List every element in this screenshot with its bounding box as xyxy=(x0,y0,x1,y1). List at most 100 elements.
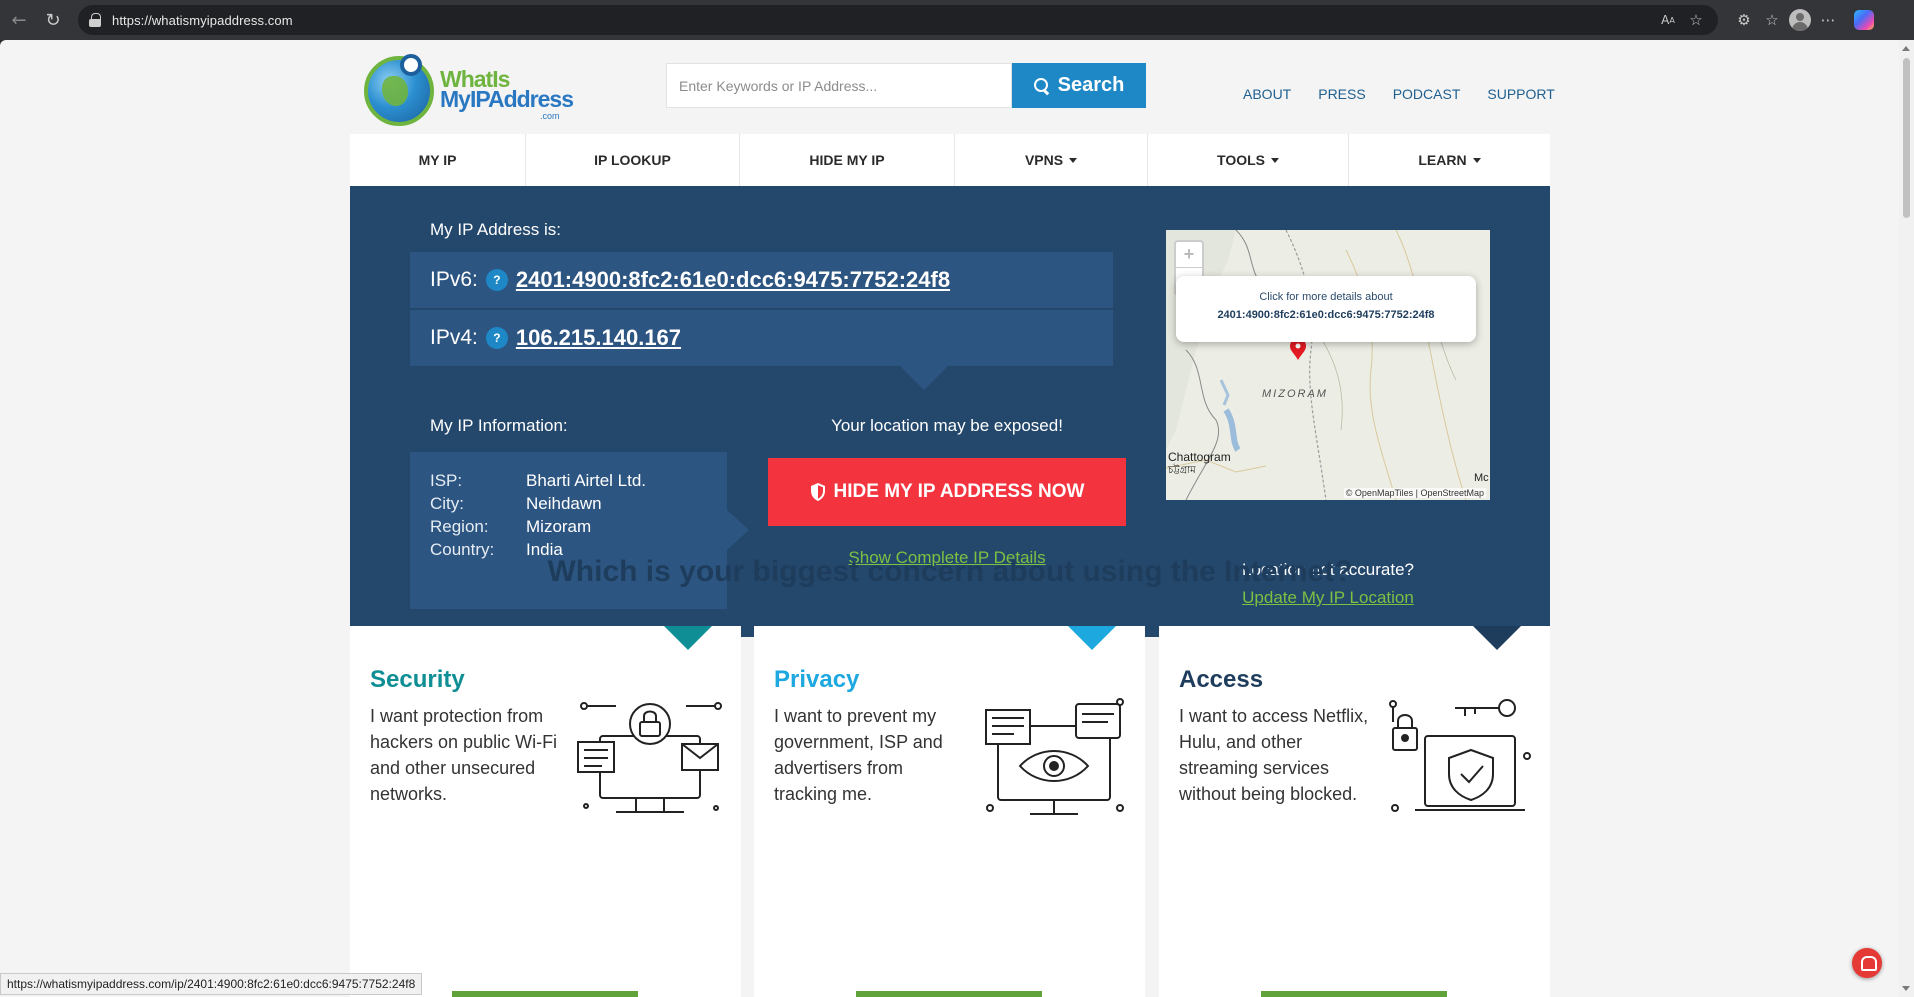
nav-my-ip-label: MY IP xyxy=(418,152,457,168)
search-icon xyxy=(1033,77,1050,94)
profile-button[interactable] xyxy=(1786,6,1814,34)
search-button[interactable]: Search xyxy=(1012,63,1146,108)
about-link[interactable]: ABOUT xyxy=(1243,86,1291,102)
info-key: Region: xyxy=(430,517,489,536)
help-icon[interactable]: ? xyxy=(485,269,508,291)
favorites-icon[interactable]: ☆ xyxy=(1758,6,1786,34)
ip-info-heading: My IP Information: xyxy=(430,416,568,435)
card-notch xyxy=(1473,626,1521,650)
nav-tools[interactable]: TOOLS xyxy=(1148,134,1349,186)
top-links: ABOUT PRESS PODCAST SUPPORT xyxy=(1243,86,1582,102)
nav-learn[interactable]: LEARN xyxy=(1349,134,1550,186)
nav-learn-label: LEARN xyxy=(1418,152,1467,168)
nav-tools-label: TOOLS xyxy=(1217,152,1265,168)
caret-down-icon xyxy=(1069,157,1078,163)
ipv4-label: IPv4: xyxy=(430,326,478,349)
map-attribution[interactable]: © OpenMapTiles | OpenStreetMap xyxy=(1343,488,1486,498)
hide-my-ip-button[interactable]: HIDE MY IP ADDRESS NOW xyxy=(768,458,1126,526)
nav-ip-lookup[interactable]: IP LOOKUP xyxy=(526,134,740,186)
copilot-icon xyxy=(1854,10,1874,30)
map-popup[interactable]: Click for more details about 2401:4900:8… xyxy=(1176,276,1476,342)
nav-hide-my-ip-label: HIDE MY IP xyxy=(809,152,885,168)
back-arrow-icon[interactable]: ← xyxy=(6,7,32,33)
ipv6-row: IPv6: ? 2401:4900:8fc2:61e0:dcc6:9475:77… xyxy=(410,252,1113,308)
info-value: Bharti Airtel Ltd. xyxy=(526,471,647,490)
ipv6-value-link[interactable]: 2401:4900:8fc2:61e0:dcc6:9475:7752:24f8 xyxy=(516,267,950,293)
map-region-label: MIZORAM xyxy=(1262,388,1328,400)
privacy-card[interactable]: Privacy I want to prevent my government,… xyxy=(754,626,1145,997)
copilot-button[interactable] xyxy=(1850,6,1878,34)
map-city-label-bn: চট্টগ্রাম xyxy=(1168,465,1196,476)
nav-ip-lookup-label: IP LOOKUP xyxy=(594,152,671,168)
card-notch xyxy=(1068,626,1116,650)
ipv6-label: IPv6: xyxy=(430,268,478,291)
map-popup-ip: 2401:4900:8fc2:61e0:dcc6:9475:7752:24f8 xyxy=(1217,309,1435,321)
nav-hide-my-ip[interactable]: HIDE MY IP xyxy=(740,134,955,186)
map-city-label: Chattogram xyxy=(1168,450,1231,464)
info-row-isp: ISP: Bharti Airtel Ltd. xyxy=(430,471,646,491)
reload-icon[interactable]: ↻ xyxy=(40,7,66,33)
press-link[interactable]: PRESS xyxy=(1318,86,1365,102)
lock-icon[interactable] xyxy=(88,13,102,27)
card-title: Privacy xyxy=(774,666,860,693)
access-card[interactable]: Access I want to access Netflix, Hulu, a… xyxy=(1159,626,1550,997)
card-description: I want protection from hackers on public… xyxy=(370,706,558,804)
info-row-city: City: Neihdawn xyxy=(430,494,602,514)
access-lock-illustration-icon xyxy=(1385,696,1535,826)
scroll-down-icon[interactable] xyxy=(1902,986,1910,991)
location-pin-icon xyxy=(400,54,422,76)
main-nav: MY IP IP LOOKUP HIDE MY IP VPNS TOOLS LE… xyxy=(350,134,1550,186)
logo-text-myipaddress: MyIPAddress xyxy=(440,86,574,112)
support-link[interactable]: SUPPORT xyxy=(1487,86,1554,102)
favorite-star-icon[interactable]: ☆ xyxy=(1682,6,1710,34)
concern-heading: Which is your biggest concern about usin… xyxy=(547,555,1353,588)
extensions-icon[interactable]: ⚙ xyxy=(1730,6,1758,34)
ip-heading: My IP Address is: xyxy=(430,220,562,239)
address-bar-actions: AA ☆ xyxy=(1654,0,1710,40)
security-illustration-icon xyxy=(576,696,726,826)
location-map[interactable]: + − Click for more details about 2401:49… xyxy=(1166,230,1490,500)
nav-vpns[interactable]: VPNS xyxy=(955,134,1148,186)
scroll-up-icon[interactable] xyxy=(1902,46,1910,51)
zoom-in-button[interactable]: + xyxy=(1176,242,1202,268)
map-edge-label: Mc xyxy=(1474,472,1489,484)
exposure-warning: Your location may be exposed! xyxy=(831,416,1063,435)
browser-toolbar: ← ↻ https://whatismyipaddress.com AA ☆ ⚙… xyxy=(0,0,1914,40)
card-title: Access xyxy=(1179,666,1264,693)
security-card[interactable]: Security I want protection from hackers … xyxy=(350,626,741,997)
page-viewport: WhatIs MyIPAddress .com Search ABOUT PRE… xyxy=(0,40,1899,997)
podcast-link[interactable]: PODCAST xyxy=(1393,86,1461,102)
status-bar-url: https://whatismyipaddress.com/ip/2401:49… xyxy=(0,973,423,995)
address-bar-url: https://whatismyipaddress.com xyxy=(112,12,293,28)
shield-icon xyxy=(810,483,826,501)
browser-actions: ⚙ ☆ ⋯ xyxy=(1730,0,1878,40)
nav-vpns-label: VPNS xyxy=(1024,152,1064,168)
page-scrollbar[interactable] xyxy=(1899,40,1914,997)
update-location-link[interactable]: Update My IP Location xyxy=(1166,588,1490,608)
hide-my-ip-button-label: HIDE MY IP ADDRESS NOW xyxy=(833,481,1085,502)
info-box-pointer xyxy=(727,510,749,550)
ipv4-value-link[interactable]: 106.215.140.167 xyxy=(516,325,681,351)
more-menu-icon[interactable]: ⋯ xyxy=(1814,6,1842,34)
read-aloud-icon[interactable]: AA xyxy=(1654,6,1682,34)
card-description: I want to prevent my government, ISP and… xyxy=(774,706,943,804)
notification-bell-icon[interactable] xyxy=(1852,948,1882,978)
scroll-thumb[interactable] xyxy=(1903,58,1910,218)
search-button-label: Search xyxy=(1057,74,1125,96)
globe-icon xyxy=(364,56,434,126)
help-icon[interactable]: ? xyxy=(485,327,508,349)
info-value: Neihdawn xyxy=(526,494,602,513)
site-logo[interactable]: WhatIs MyIPAddress .com xyxy=(364,54,574,126)
info-row-region: Region: Mizoram xyxy=(430,517,591,537)
logo-text-com: .com xyxy=(540,111,560,121)
profile-avatar-icon xyxy=(1789,9,1811,31)
privacy-eye-illustration-icon xyxy=(980,696,1130,826)
card-cta-bar[interactable] xyxy=(856,991,1042,997)
caret-down-icon xyxy=(1270,157,1279,163)
nav-my-ip[interactable]: MY IP xyxy=(350,134,526,186)
card-cta-bar[interactable] xyxy=(452,991,638,997)
address-bar[interactable]: https://whatismyipaddress.com xyxy=(78,5,1718,35)
card-cta-bar[interactable] xyxy=(1261,991,1447,997)
search-input[interactable] xyxy=(666,63,1012,108)
info-key: City: xyxy=(430,494,464,513)
